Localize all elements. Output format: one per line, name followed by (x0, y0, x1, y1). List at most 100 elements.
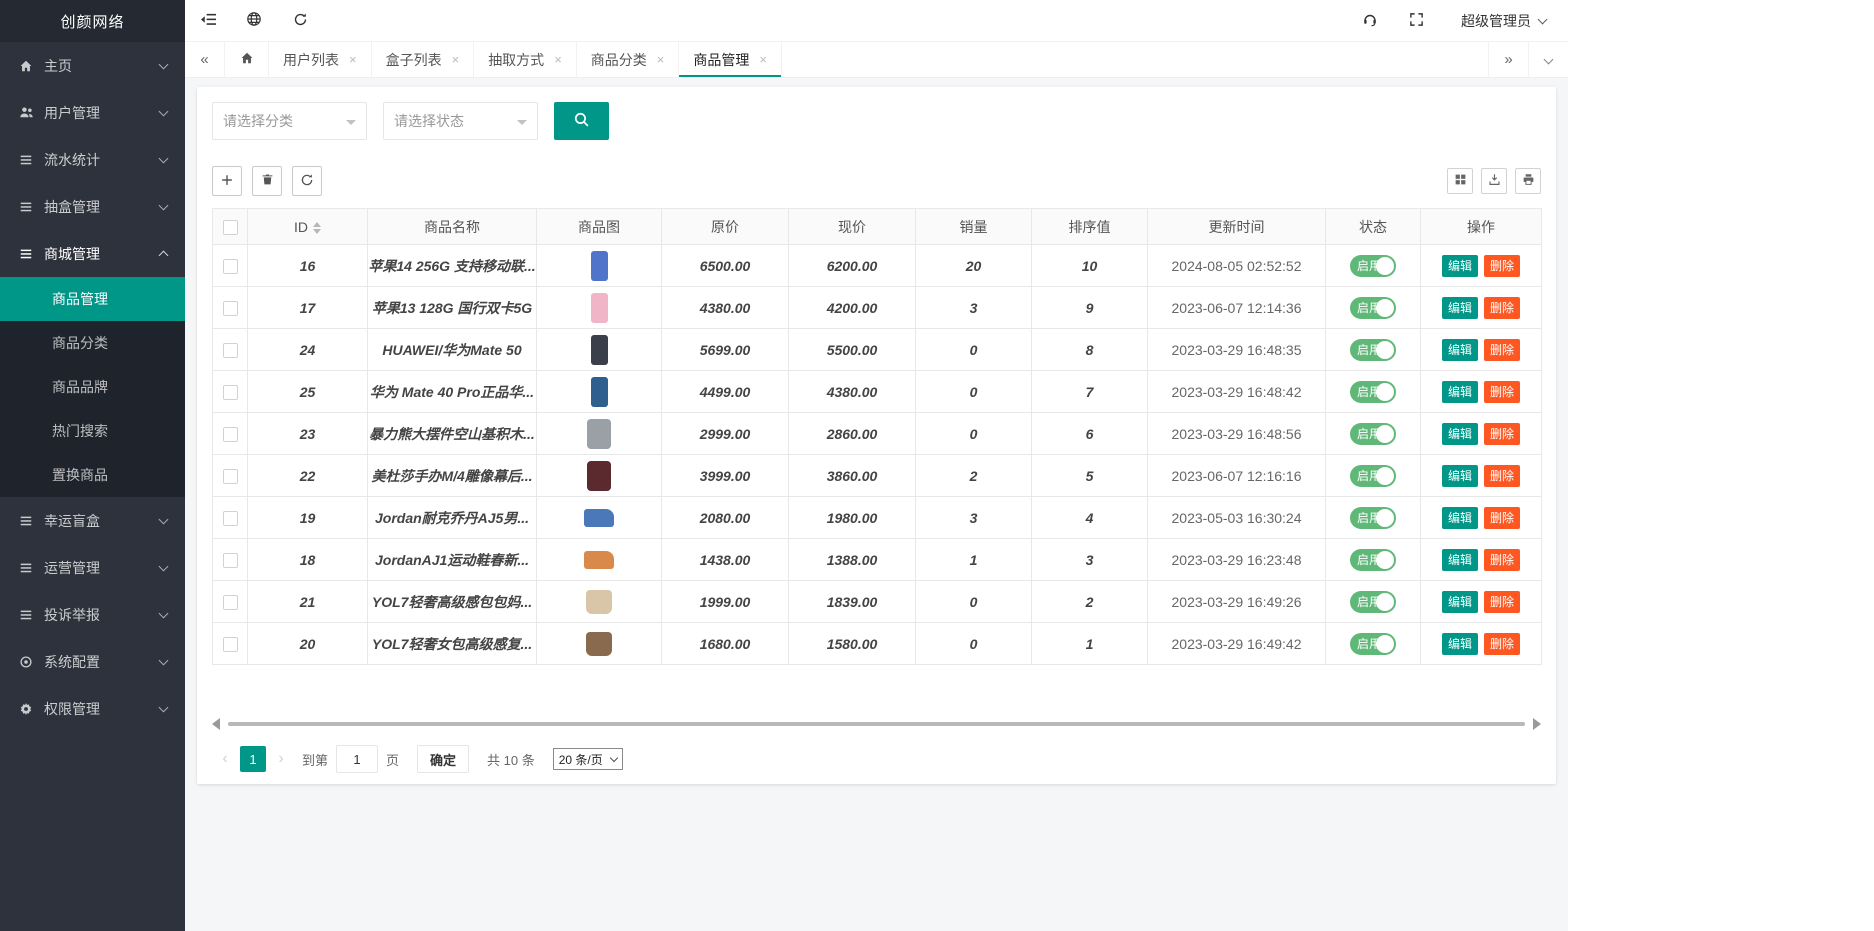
tab-close-icon[interactable]: × (759, 53, 767, 66)
status-select[interactable]: 请选择状态 (383, 102, 538, 140)
header-id[interactable]: ID (248, 209, 368, 245)
search-button[interactable] (554, 102, 609, 140)
row-checkbox[interactable] (223, 343, 238, 358)
status-toggle[interactable]: 启用 (1350, 255, 1396, 277)
row-checkbox[interactable] (223, 553, 238, 568)
delete-button[interactable]: 删除 (1484, 549, 1520, 571)
sidebar-item[interactable]: 投诉举报 (0, 591, 185, 638)
fullscreen-button[interactable] (1393, 0, 1439, 42)
columns-button[interactable] (1447, 168, 1473, 194)
product-image[interactable] (586, 590, 612, 614)
tabs-scroll-left-button[interactable]: « (185, 42, 225, 77)
product-image[interactable] (591, 251, 608, 281)
user-menu[interactable]: 超级管理员 (1439, 0, 1568, 42)
tabs-scroll-right-button[interactable]: » (1488, 42, 1528, 77)
scrollbar-thumb[interactable] (228, 722, 1525, 726)
delete-button[interactable]: 删除 (1484, 633, 1520, 655)
refresh-table-button[interactable] (292, 166, 322, 196)
status-toggle[interactable]: 启用 (1350, 297, 1396, 319)
status-toggle[interactable]: 启用 (1350, 423, 1396, 445)
product-image[interactable] (584, 509, 614, 527)
sidebar-item[interactable]: 用户管理 (0, 89, 185, 136)
current-page[interactable]: 1 (240, 746, 266, 772)
status-toggle[interactable]: 启用 (1350, 591, 1396, 613)
goto-page-input[interactable] (336, 745, 378, 773)
row-checkbox[interactable] (223, 637, 238, 652)
status-toggle[interactable]: 启用 (1350, 549, 1396, 571)
sidebar-item[interactable]: 幸运盲盒 (0, 497, 185, 544)
tab-close-icon[interactable]: × (452, 53, 460, 66)
status-toggle[interactable]: 启用 (1350, 339, 1396, 361)
add-button[interactable] (212, 166, 242, 196)
delete-selected-button[interactable] (252, 166, 282, 196)
sort-icon[interactable] (313, 222, 321, 234)
sidebar-item[interactable]: 主页 (0, 42, 185, 89)
sidebar-item[interactable]: 商城管理 (0, 230, 185, 277)
row-checkbox[interactable] (223, 427, 238, 442)
tab-close-icon[interactable]: × (349, 53, 357, 66)
sidebar-item[interactable]: 系统配置 (0, 638, 185, 685)
edit-button[interactable]: 编辑 (1442, 549, 1478, 571)
delete-button[interactable]: 删除 (1484, 297, 1520, 319)
tab[interactable]: 商品管理× (679, 42, 782, 77)
refresh-page-button[interactable] (277, 0, 323, 42)
edit-button[interactable]: 编辑 (1442, 339, 1478, 361)
edit-button[interactable]: 编辑 (1442, 633, 1478, 655)
sidebar-item[interactable]: 流水统计 (0, 136, 185, 183)
print-button[interactable] (1515, 168, 1541, 194)
sidebar-subitem[interactable]: 商品管理 (0, 277, 185, 321)
select-all-checkbox[interactable] (223, 220, 238, 235)
delete-button[interactable]: 删除 (1484, 591, 1520, 613)
tab[interactable]: 用户列表× (269, 42, 372, 77)
globe-button[interactable] (231, 0, 277, 42)
scroll-left-arrow[interactable] (212, 718, 220, 730)
product-image[interactable] (587, 461, 611, 491)
tab[interactable]: 盒子列表× (372, 42, 475, 77)
sidebar-subitem[interactable]: 置换商品 (0, 453, 185, 497)
support-button[interactable] (1347, 0, 1393, 42)
row-checkbox[interactable] (223, 259, 238, 274)
status-toggle[interactable]: 启用 (1350, 381, 1396, 403)
collapse-sidebar-button[interactable] (185, 0, 231, 42)
sidebar-item[interactable]: 抽盒管理 (0, 183, 185, 230)
edit-button[interactable]: 编辑 (1442, 465, 1478, 487)
delete-button[interactable]: 删除 (1484, 339, 1520, 361)
scrollbar-track[interactable] (228, 722, 1525, 726)
product-image[interactable] (591, 377, 608, 407)
tab-home[interactable] (225, 42, 269, 77)
delete-button[interactable]: 删除 (1484, 255, 1520, 277)
edit-button[interactable]: 编辑 (1442, 591, 1478, 613)
prev-page-button[interactable]: ‹ (212, 746, 238, 772)
next-page-button[interactable]: › (268, 746, 294, 772)
tab-close-icon[interactable]: × (554, 53, 562, 66)
tab[interactable]: 商品分类× (577, 42, 680, 77)
tabs-menu-button[interactable] (1528, 42, 1568, 77)
product-image[interactable] (591, 335, 608, 365)
per-page-select[interactable]: 20 条/页 (553, 748, 623, 770)
status-toggle[interactable]: 启用 (1350, 633, 1396, 655)
confirm-page-button[interactable]: 确定 (417, 745, 469, 773)
delete-button[interactable]: 删除 (1484, 381, 1520, 403)
status-toggle[interactable]: 启用 (1350, 507, 1396, 529)
product-image[interactable] (586, 632, 612, 656)
delete-button[interactable]: 删除 (1484, 423, 1520, 445)
edit-button[interactable]: 编辑 (1442, 255, 1478, 277)
row-checkbox[interactable] (223, 385, 238, 400)
row-checkbox[interactable] (223, 595, 238, 610)
sidebar-subitem[interactable]: 热门搜索 (0, 409, 185, 453)
delete-button[interactable]: 删除 (1484, 507, 1520, 529)
sidebar-item[interactable]: 权限管理 (0, 685, 185, 732)
row-checkbox[interactable] (223, 301, 238, 316)
edit-button[interactable]: 编辑 (1442, 297, 1478, 319)
edit-button[interactable]: 编辑 (1442, 507, 1478, 529)
status-toggle[interactable]: 启用 (1350, 465, 1396, 487)
product-image[interactable] (587, 419, 611, 449)
product-image[interactable] (584, 551, 614, 569)
row-checkbox[interactable] (223, 511, 238, 526)
row-checkbox[interactable] (223, 469, 238, 484)
scroll-right-arrow[interactable] (1533, 718, 1541, 730)
tab[interactable]: 抽取方式× (474, 42, 577, 77)
category-select[interactable]: 请选择分类 (212, 102, 367, 140)
delete-button[interactable]: 删除 (1484, 465, 1520, 487)
product-image[interactable] (591, 293, 608, 323)
